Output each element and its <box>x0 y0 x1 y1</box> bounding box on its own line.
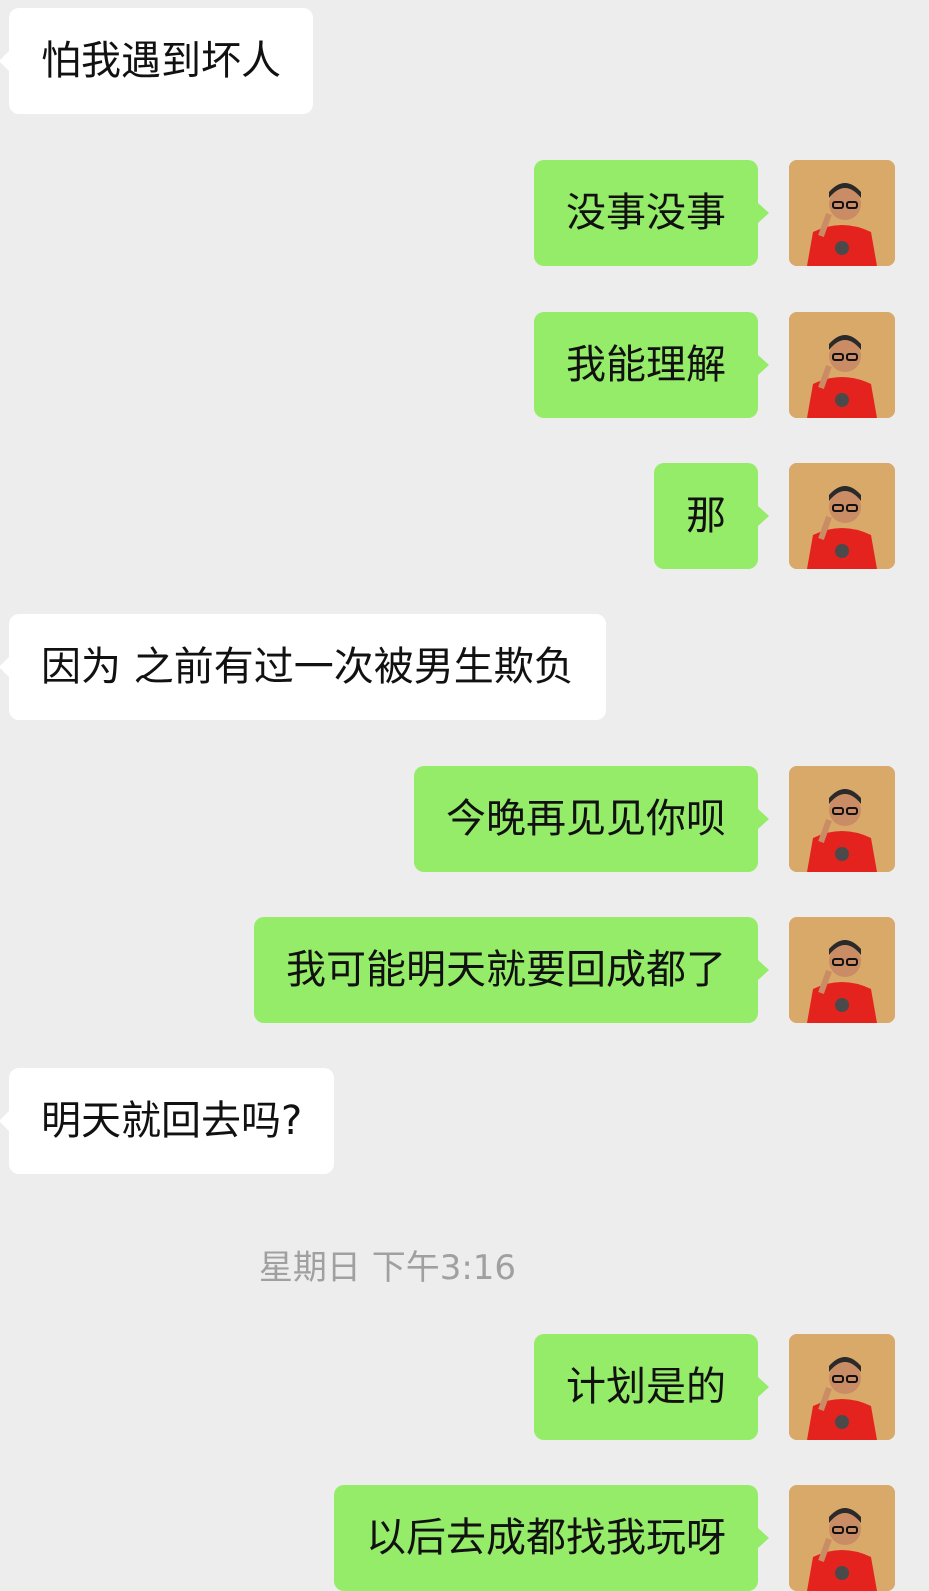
avatar-image <box>789 463 895 569</box>
message-text: 计划是的 <box>566 1364 726 1410</box>
avatar[interactable] <box>789 917 895 1023</box>
avatar[interactable] <box>789 1334 895 1440</box>
avatar[interactable] <box>789 312 895 418</box>
message-text: 今晚再见见你呗 <box>446 796 726 842</box>
avatar[interactable] <box>789 463 895 569</box>
chat-window: 怕我遇到坏人 没事没事 我能理解 那 因为 之前有过一次被男生欺负 今晚再见见你… <box>0 0 929 1591</box>
message-text: 没事没事 <box>566 190 726 236</box>
message-bubble-received[interactable]: 怕我遇到坏人 <box>0 8 313 114</box>
message-bubble-sent[interactable]: 今晚再见见你呗 <box>414 766 769 872</box>
message-text: 明天就回去吗? <box>41 1098 303 1144</box>
message-bubble-sent[interactable]: 我可能明天就要回成都了 <box>254 917 769 1023</box>
message-bubble-sent[interactable]: 那 <box>654 463 769 569</box>
message-text: 我能理解 <box>566 342 726 388</box>
message-bubble-received[interactable]: 明天就回去吗? <box>0 1068 335 1174</box>
message-text: 因为 之前有过一次被男生欺负 <box>41 644 574 690</box>
message-bubble-sent[interactable]: 没事没事 <box>534 160 769 266</box>
message-bubble-sent[interactable]: 以后去成都找我玩呀 <box>334 1485 769 1591</box>
avatar[interactable] <box>789 766 895 872</box>
avatar-image <box>789 1334 895 1440</box>
avatar-image <box>789 766 895 872</box>
message-text: 我可能明天就要回成都了 <box>286 947 726 993</box>
message-text: 怕我遇到坏人 <box>41 38 281 84</box>
message-bubble-sent[interactable]: 计划是的 <box>534 1334 769 1440</box>
avatar-image <box>789 312 895 418</box>
message-bubble-sent[interactable]: 我能理解 <box>534 312 769 418</box>
avatar-image <box>789 917 895 1023</box>
message-bubble-received[interactable]: 因为 之前有过一次被男生欺负 <box>0 614 606 720</box>
avatar[interactable] <box>789 1485 895 1591</box>
timestamp: 星期日 下午3:16 <box>258 1248 517 1288</box>
avatar[interactable] <box>789 160 895 266</box>
avatar-image <box>789 1485 895 1591</box>
message-text: 那 <box>686 493 726 539</box>
avatar-image <box>789 160 895 266</box>
message-text: 以后去成都找我玩呀 <box>366 1515 726 1561</box>
